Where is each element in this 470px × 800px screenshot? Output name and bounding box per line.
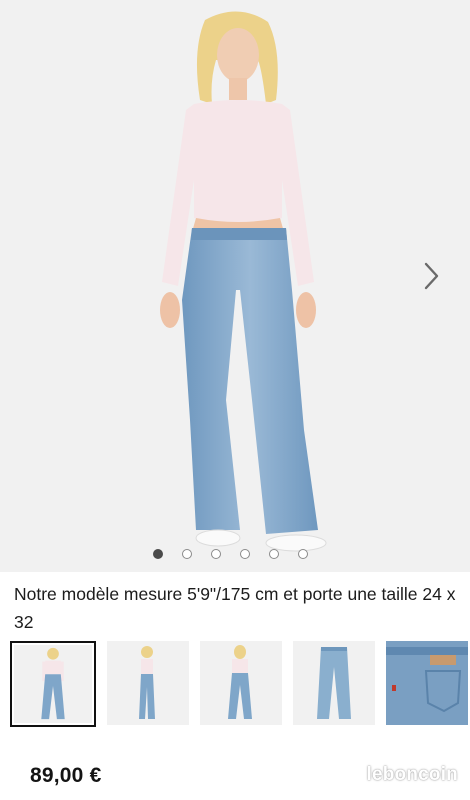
thumbnail-jeans-detail[interactable] [386,641,468,725]
gallery-dot[interactable] [297,549,308,559]
thumbnail-side-view[interactable] [107,641,189,725]
jeans-back-pocket-detail-photo [386,641,468,725]
front-view-photo [41,647,65,720]
thumbnail-back-view[interactable] [200,641,282,725]
chevron-right-icon [424,262,439,290]
side-view-photo [139,646,155,719]
thumbnail-strip [10,641,470,727]
price: 89,00 € [30,764,102,787]
back-view-photo [228,645,252,719]
gallery-dot[interactable] [152,549,163,559]
jeans-flat-photo [317,647,351,719]
thumbnail-jeans-flat[interactable] [293,641,375,725]
gallery-dot[interactable] [210,549,221,559]
gallery-dot[interactable] [239,549,250,559]
leboncoin-watermark: leboncoin [366,764,458,785]
gallery-pagination [0,546,470,562]
model-size-caption: Notre modèle mesure 5'9"/175 cm et porte… [14,584,456,632]
next-image-button[interactable] [424,262,452,298]
model-photo [160,11,327,552]
gallery-dot[interactable] [268,549,279,559]
product-image-gallery[interactable] [0,0,470,572]
gallery-dot[interactable] [181,549,192,559]
thumbnail-front-view[interactable] [10,641,96,727]
